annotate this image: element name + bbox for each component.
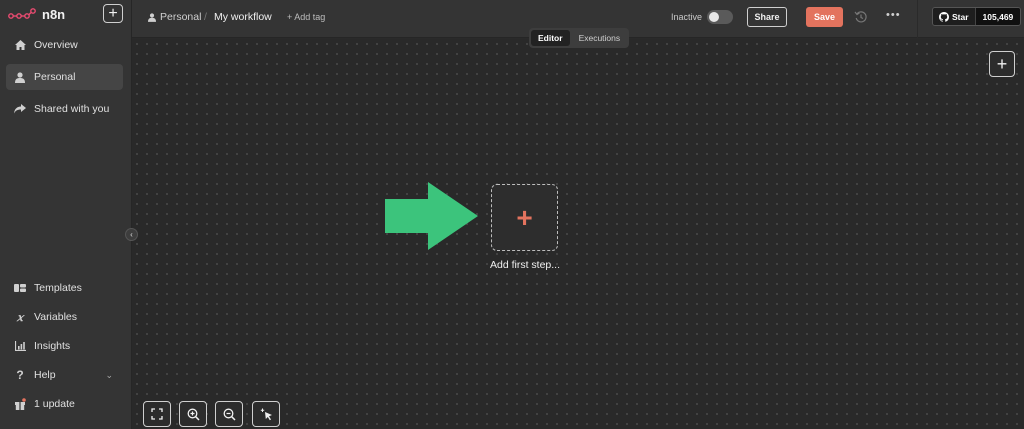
sidebar-item-shared[interactable]: Shared with you — [6, 96, 123, 122]
github-star-button[interactable]: Star 105,469 — [932, 7, 1022, 26]
sidebar-item-variables[interactable]: 𝑥 Variables — [6, 304, 123, 330]
app-name: n8n — [42, 6, 66, 22]
zoom-in-icon — [187, 408, 200, 421]
chevron-down-icon: ⌄ — [105, 369, 113, 380]
sidebar-item-updates[interactable]: 1 update — [6, 391, 123, 417]
sidebar-item-label: Overview — [34, 39, 78, 51]
breadcrumb-project[interactable]: Personal — [148, 11, 201, 23]
tab-executions[interactable]: Executions — [572, 30, 628, 46]
github-star-label: Star — [952, 11, 969, 22]
plus-icon: + — [996, 54, 1008, 74]
sidebar-item-label: Templates — [34, 282, 82, 294]
workflow-name[interactable]: My workflow — [214, 11, 272, 23]
active-toggle[interactable] — [707, 10, 733, 24]
sidebar-item-label: 1 update — [34, 398, 75, 410]
sidebar-item-personal[interactable]: Personal — [6, 64, 123, 90]
user-icon — [148, 12, 156, 22]
zoom-out-icon — [223, 408, 236, 421]
sidebar-item-label: Insights — [34, 340, 71, 352]
view-tabs: Editor Executions — [529, 28, 630, 48]
add-first-step-button[interactable]: + — [491, 184, 558, 251]
github-star[interactable]: Star — [933, 8, 975, 25]
sidebar: n8n + Overview Personal Shared with you — [0, 0, 132, 429]
green-arrow-icon — [385, 182, 478, 250]
n8n-logo-icon — [8, 8, 36, 19]
save-button[interactable]: Save — [806, 7, 843, 27]
more-options-icon[interactable]: ••• — [886, 9, 901, 21]
sidebar-item-label: Shared with you — [34, 103, 110, 115]
add-tag-button[interactable]: + Add tag — [287, 12, 325, 22]
create-button[interactable]: + — [103, 4, 123, 23]
zoom-in-button[interactable] — [179, 401, 207, 427]
plus-icon: + — [516, 201, 533, 233]
collapse-sidebar-button[interactable]: ‹ — [125, 228, 138, 241]
logo[interactable]: n8n — [8, 5, 65, 23]
cursor-sparkle-icon — [260, 408, 272, 420]
user-icon — [14, 71, 26, 83]
breadcrumb-separator: / — [204, 11, 207, 23]
zoom-out-button[interactable] — [215, 401, 243, 427]
breadcrumb-project-label: Personal — [160, 11, 202, 23]
tab-editor[interactable]: Editor — [531, 30, 570, 46]
sidebar-item-label: Personal — [34, 71, 76, 83]
sidebar-item-templates[interactable]: Templates — [6, 275, 123, 301]
sidebar-item-help[interactable]: ? Help ⌄ — [6, 362, 123, 388]
sidebar-item-label: Variables — [34, 311, 77, 323]
open-nodes-panel-button[interactable]: + — [989, 51, 1015, 77]
sidebar-item-insights[interactable]: Insights — [6, 333, 123, 359]
share-icon — [14, 103, 26, 115]
add-first-step-label: Add first step... — [489, 259, 561, 271]
github-icon — [939, 11, 949, 22]
help-icon: ? — [16, 368, 24, 382]
active-state-label: Inactive — [671, 12, 703, 22]
chevron-left-icon: ‹ — [130, 230, 133, 239]
chart-icon — [14, 340, 26, 352]
sidebar-item-label: Help — [34, 369, 56, 381]
toggle-knob — [709, 12, 719, 22]
history-icon[interactable] — [854, 10, 868, 24]
app-root: n8n + Overview Personal Shared with you — [0, 0, 1024, 429]
variables-icon: 𝑥 — [16, 310, 24, 324]
zoom-to-fit-button[interactable] — [143, 401, 171, 427]
plus-icon: + — [108, 4, 118, 22]
workflow-canvas[interactable]: + + Add first step... — [132, 39, 1024, 429]
share-button[interactable]: Share — [747, 7, 787, 27]
header-divider — [917, 0, 918, 38]
tidy-up-button[interactable] — [252, 401, 280, 427]
github-star-count[interactable]: 105,469 — [974, 8, 1021, 25]
fit-view-icon — [151, 408, 163, 420]
gift-icon — [14, 398, 26, 410]
home-icon — [14, 39, 26, 51]
templates-icon — [14, 282, 26, 294]
sidebar-item-overview[interactable]: Overview — [6, 32, 123, 58]
